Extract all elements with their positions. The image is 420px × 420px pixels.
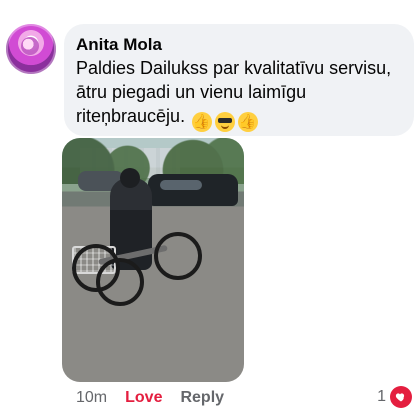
rear-wheel-right — [96, 258, 144, 306]
author-name[interactable]: Anita Mola — [76, 34, 402, 56]
heart-shape — [395, 393, 405, 402]
sunglasses — [217, 117, 232, 123]
comment-bubble: Anita Mola Paldies Dailukss par kvalitat… — [64, 24, 414, 136]
thumbs-up-icon: 👍 — [237, 111, 258, 132]
heart-icon — [390, 386, 412, 408]
parked-car-main — [148, 174, 238, 206]
smiling-face-with-sunglasses-icon — [214, 111, 235, 132]
reaction-summary[interactable]: 1 — [377, 386, 412, 408]
comment-time: 10m — [76, 389, 108, 406]
comment-actions: 10m Love Reply — [76, 388, 224, 408]
front-wheel — [154, 232, 202, 280]
love-button[interactable]: Love — [125, 388, 162, 408]
smile — [220, 124, 229, 129]
attached-photo[interactable] — [62, 138, 244, 382]
reaction-count: 1 — [377, 388, 386, 405]
thumbs-up-icon: 👍 — [191, 111, 212, 132]
reply-button[interactable]: Reply — [180, 388, 224, 408]
avatar[interactable] — [6, 24, 56, 74]
emoji-row: 👍 👍 — [191, 111, 258, 132]
